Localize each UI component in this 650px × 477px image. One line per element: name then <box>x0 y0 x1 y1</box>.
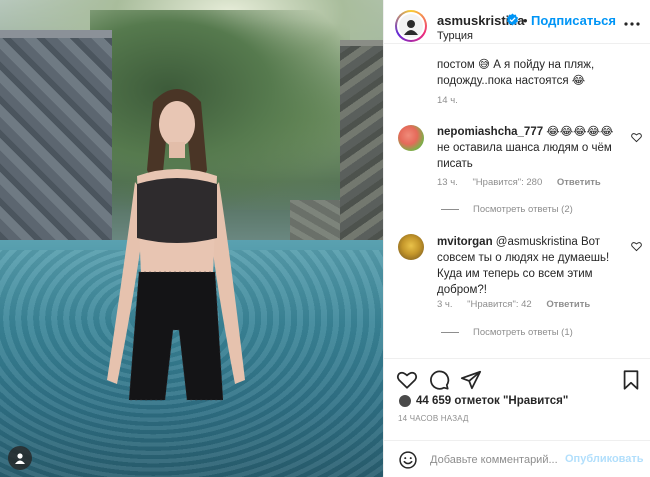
heart-icon[interactable] <box>631 241 642 252</box>
comment-item: nepomiashcha_777 😂😂😂😂😂 не оставила шанса… <box>437 124 627 172</box>
view-replies-button[interactable]: Посмотреть ответы (1) <box>441 327 573 338</box>
comment-text: постом 😅 А я пойду на пляж, подожду..пок… <box>437 59 595 87</box>
replies-divider <box>441 332 459 333</box>
comment-time: 3 ч. <box>437 299 453 310</box>
comment-meta: 13 ч. "Нравится": 280 Ответить <box>437 177 613 188</box>
likes-count[interactable]: 44 659 отметок "Нравится" <box>416 395 568 407</box>
view-replies-button[interactable]: Посмотреть ответы (2) <box>441 204 573 215</box>
comment-likes[interactable]: "Нравится": 42 <box>467 299 532 310</box>
commenter-avatar[interactable] <box>398 125 424 151</box>
tagged-users-button[interactable] <box>8 446 32 470</box>
post-details-panel: asmuskristina • Подписаться Турция посто… <box>383 0 650 477</box>
emoji-icon[interactable] <box>398 450 418 470</box>
commenter-username[interactable]: nepomiashcha_777 <box>437 126 543 138</box>
reply-button[interactable]: Ответить <box>546 299 590 310</box>
likes-summary[interactable]: 44 659 отметок "Нравится" <box>398 394 568 408</box>
comment-time: 14 ч. <box>437 95 458 106</box>
follow-button[interactable]: Подписаться <box>531 13 616 28</box>
add-comment-bar: Опубликовать <box>384 440 650 477</box>
bookmark-icon[interactable] <box>620 369 642 391</box>
heart-icon[interactable] <box>631 132 642 143</box>
post-timestamp: 14 ЧАСОВ НАЗАД <box>398 414 469 423</box>
view-replies-label: Посмотреть ответы (1) <box>473 327 573 338</box>
comment-input[interactable] <box>430 451 570 469</box>
liker-avatar <box>398 394 412 408</box>
commenter-avatar[interactable] <box>398 234 424 260</box>
post-comment-button[interactable]: Опубликовать <box>565 453 644 465</box>
comment-time: 13 ч. <box>437 177 458 188</box>
more-icon[interactable] <box>622 14 642 34</box>
post-header: asmuskristina • Подписаться Турция <box>384 0 650 44</box>
user-tag-icon <box>15 453 25 464</box>
reply-button[interactable]: Ответить <box>557 177 601 188</box>
author-avatar[interactable] <box>395 10 427 42</box>
share-icon[interactable] <box>460 369 482 391</box>
comments-list[interactable]: постом 😅 А я пойду на пляж, подожду..пок… <box>384 45 650 358</box>
comment-meta: 3 ч. "Нравится": 42 Ответить <box>437 299 602 310</box>
view-replies-label: Посмотреть ответы (2) <box>473 204 573 215</box>
heart-icon[interactable] <box>396 369 418 391</box>
comment-item: mvitorgan @asmuskristina Вот совсем ты о… <box>437 234 627 298</box>
comment-icon[interactable] <box>428 369 450 391</box>
comment-meta: 14 ч. <box>437 95 470 106</box>
replies-divider <box>441 209 459 210</box>
post-photo[interactable] <box>0 0 383 477</box>
post-location[interactable]: Турция <box>437 30 473 42</box>
person-figure <box>107 89 245 401</box>
commenter-username[interactable]: mvitorgan <box>437 236 493 248</box>
comment-likes[interactable]: "Нравится": 280 <box>472 177 542 188</box>
header-separator: • <box>523 13 528 28</box>
verified-icon <box>506 13 519 26</box>
